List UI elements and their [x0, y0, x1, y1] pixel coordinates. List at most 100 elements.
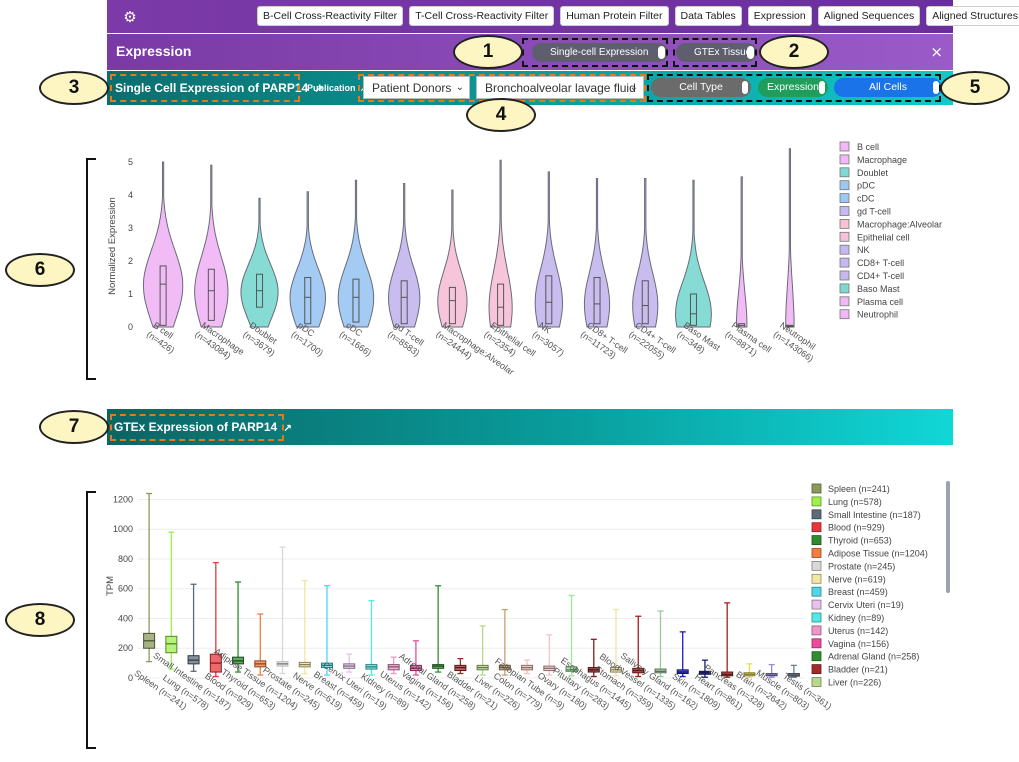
box-legend-label: Adipose Tissue (n=1204): [828, 549, 928, 559]
violin-legend-swatch: [839, 219, 850, 229]
violin-legend-swatch: [839, 231, 850, 242]
box-legend-swatch: [811, 651, 822, 662]
box-y-tick-label: 800: [118, 554, 133, 564]
box-legend-label: Lung (n=578): [828, 497, 882, 507]
gtex-box-chart: 0 200 400 600 800 1000 1200 TPM Spleen (n=241) Lu…: [105, 481, 950, 712]
page-root: { "nav": { "settings_icon": "gear-icon",…: [0, 0, 1019, 762]
violin-legend-label: CD8+ T-cell: [857, 258, 904, 268]
violin-shape: [785, 148, 795, 328]
violin-legend-label: Plasma cell: [857, 297, 903, 307]
box-legend-label: Uterus (n=142): [828, 626, 888, 636]
violin-shape: [337, 179, 375, 328]
violin-legend-label: Epithelial cell: [857, 232, 910, 242]
violin-y-tick-label: 3: [128, 223, 133, 233]
box-legend-label: Kidney (n=89): [828, 613, 884, 623]
box-legend-label: Nerve (n=619): [828, 574, 886, 584]
violin-legend-swatch: [839, 141, 850, 152]
violin-shape: [632, 178, 659, 328]
bracket-6: [86, 158, 96, 380]
nav-button-data-tables[interactable]: Data Tables: [674, 6, 742, 26]
violin-legend-swatch: [839, 296, 850, 307]
violin-legend-swatch: [839, 154, 850, 165]
callout-2: 2: [759, 35, 829, 69]
external-link-icon[interactable]: ↗: [284, 423, 292, 434]
close-icon[interactable]: ×: [930, 43, 943, 61]
callout-box-3: [110, 74, 300, 102]
nav-button-aligned-structures[interactable]: Aligned Structures: [926, 6, 1019, 26]
violin-legend-label: NK: [857, 245, 870, 255]
box-legend-label: Vagina (n=156): [828, 639, 889, 649]
nav-button-human-protein-filter[interactable]: Human Protein Filter: [560, 6, 669, 26]
bracket-8: [86, 491, 96, 749]
callout-7: 7: [39, 410, 109, 444]
violin-tick-label: B cell(n=426): [145, 320, 176, 355]
violin-legend-swatch: [839, 270, 850, 281]
nav-button-expression[interactable]: Expression: [747, 6, 812, 26]
box-legend-swatch: [811, 586, 822, 597]
box-legend-label: Blood (n=929): [828, 523, 885, 533]
violin-y-tick-label: 0: [128, 322, 133, 332]
violin-y-axis-label: Normalized Expression: [107, 197, 118, 295]
top-nav-bar: ⚙ B-Cell Cross-Reactivity Filter T-Cell C…: [107, 0, 1019, 33]
box-legend-label: Prostate (n=245): [828, 561, 895, 571]
box-y-axis-label: TPM: [105, 576, 116, 596]
box-y-tick-label: 1000: [113, 524, 133, 534]
box-y-tick-label: 0: [128, 673, 133, 683]
publication-label: Publication: [307, 83, 356, 93]
gear-icon[interactable]: ⚙: [119, 7, 141, 27]
callout-6: 6: [5, 253, 75, 287]
callout-5: 5: [940, 71, 1010, 105]
violin-legend-swatch: [839, 257, 850, 268]
violin-y-tick-label: 5: [128, 157, 133, 167]
nav-button-t-cell-cross-reactivity-filter[interactable]: T-Cell Cross-Reactivity Filter: [409, 6, 555, 26]
violin-shape: [289, 191, 327, 328]
box-legend-swatch: [811, 573, 822, 584]
violin-y-tick-label: 1: [128, 289, 133, 299]
violin-shape: [194, 164, 229, 328]
box-legend-swatch: [811, 548, 822, 558]
callout-8: 8: [5, 603, 75, 637]
box-legend-swatch: [811, 483, 822, 494]
violin-legend-label: pDC: [857, 181, 876, 191]
callout-3: 3: [39, 71, 109, 105]
nav-buttons: B-Cell Cross-Reactivity Filter T-Cell Cro…: [257, 6, 1019, 26]
violin-shape: [534, 171, 564, 328]
box-legend-label: Thyroid (n=653): [828, 536, 892, 546]
box-legend-swatch: [811, 522, 822, 533]
callout-box-5: [647, 74, 941, 102]
violin-legend-label: CD4+ T-cell: [857, 271, 904, 281]
violin-legend-swatch: [839, 180, 850, 191]
legend-scrollbar[interactable]: [946, 481, 950, 593]
box-y-tick-label: 400: [118, 613, 133, 623]
violin-legend-label: Baso Mast: [857, 284, 900, 294]
violin-tick-label: gd T-cell(n=8583): [386, 320, 426, 358]
violin-legend-swatch: [839, 244, 850, 255]
box-legend-swatch: [811, 496, 822, 507]
violin-y-tick-label: 4: [128, 190, 133, 200]
callout-4: 4: [466, 98, 536, 132]
violin-legend-label: cDC: [857, 194, 875, 204]
violin-shape: [735, 176, 748, 328]
violin-legend-swatch: [839, 206, 850, 216]
violin-tick-label: Neutrophil(n=143066): [772, 320, 818, 364]
box-legend-swatch: [811, 599, 822, 610]
box-iqr: [165, 635, 178, 654]
violin-shape: [583, 178, 611, 328]
violin-legend-label: Macrophage: [857, 155, 907, 165]
violin-legend-swatch: [839, 193, 850, 203]
box-legend-swatch: [811, 509, 822, 520]
nav-button-aligned-sequences[interactable]: Aligned Sequences: [817, 6, 921, 26]
box-legend-swatch: [811, 535, 822, 545]
nav-button-b-cell-cross-reactivity-filter[interactable]: B-Cell Cross-Reactivity Filter: [257, 6, 404, 26]
box-legend-label: Small Intestine (n=187): [828, 510, 921, 520]
violin-shape: [674, 179, 712, 328]
violin-legend-label: Doublet: [857, 168, 889, 178]
violin-tick-label: NK(n=3057): [531, 320, 566, 358]
box-y-tick-label: 200: [118, 643, 133, 653]
violin-legend-swatch: [839, 167, 850, 178]
box-legend-label: Cervix Uteri (n=19): [828, 600, 904, 610]
violin-shape: [387, 183, 421, 328]
box-legend-label: Adrenal Gland (n=258): [828, 652, 919, 662]
violin-shape: [437, 189, 468, 328]
callout-1: 1: [453, 35, 523, 69]
